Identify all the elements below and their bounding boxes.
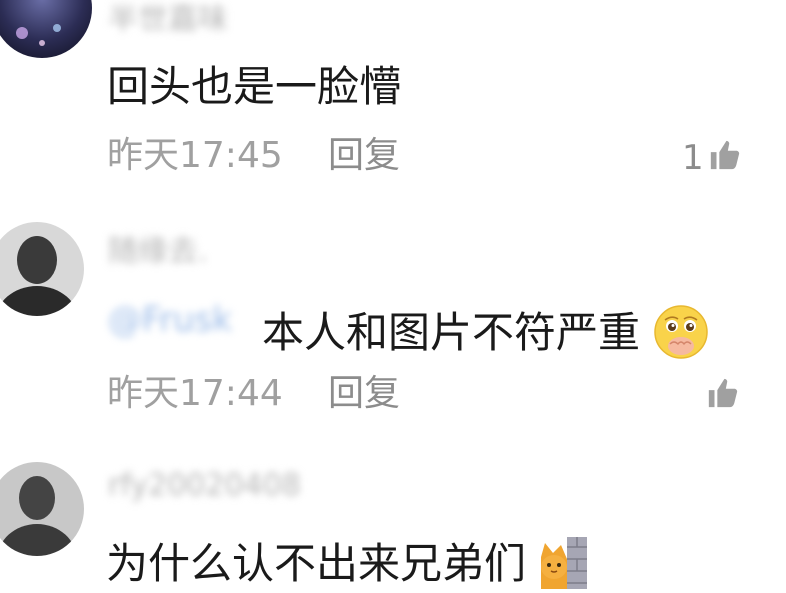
username[interactable]: 半世嘉味 [108, 0, 228, 38]
like-count: 1 [682, 138, 704, 178]
comment-time: 昨天17:45 [107, 135, 283, 176]
mention-link[interactable]: @Frusk [108, 300, 232, 340]
avatar[interactable] [0, 0, 92, 58]
cat-peeking-icon [539, 537, 588, 593]
comment-text: 回头也是一脸懵 [107, 62, 402, 111]
avatar[interactable] [0, 222, 84, 316]
comment-text-content: 为什么认不出来兄弟们 [106, 539, 527, 588]
reply-button[interactable]: 回复 [328, 138, 400, 174]
comment-time: 昨天17:44 [107, 373, 283, 414]
thumbs-up-icon [708, 138, 742, 178]
like-button[interactable]: 1 [682, 138, 742, 178]
face-with-hand-over-mouth-icon [653, 304, 709, 367]
avatar[interactable] [0, 462, 84, 556]
comment-list: 半世嘉味 回头也是一脸懵 昨天17:45 回复 1 随缘去. @Frusk 本人… [0, 0, 786, 593]
comment-text: 为什么认不出来兄弟们 [106, 537, 588, 593]
username[interactable]: 随缘去. [108, 226, 208, 270]
like-button[interactable] [706, 376, 740, 416]
username[interactable]: rfy20020408 [108, 468, 301, 503]
comment-text: 本人和图片不符严重 [262, 304, 709, 367]
comment-text-content: 本人和图片不符严重 [262, 308, 641, 357]
reply-button[interactable]: 回复 [328, 376, 400, 412]
thumbs-up-icon [706, 376, 740, 416]
